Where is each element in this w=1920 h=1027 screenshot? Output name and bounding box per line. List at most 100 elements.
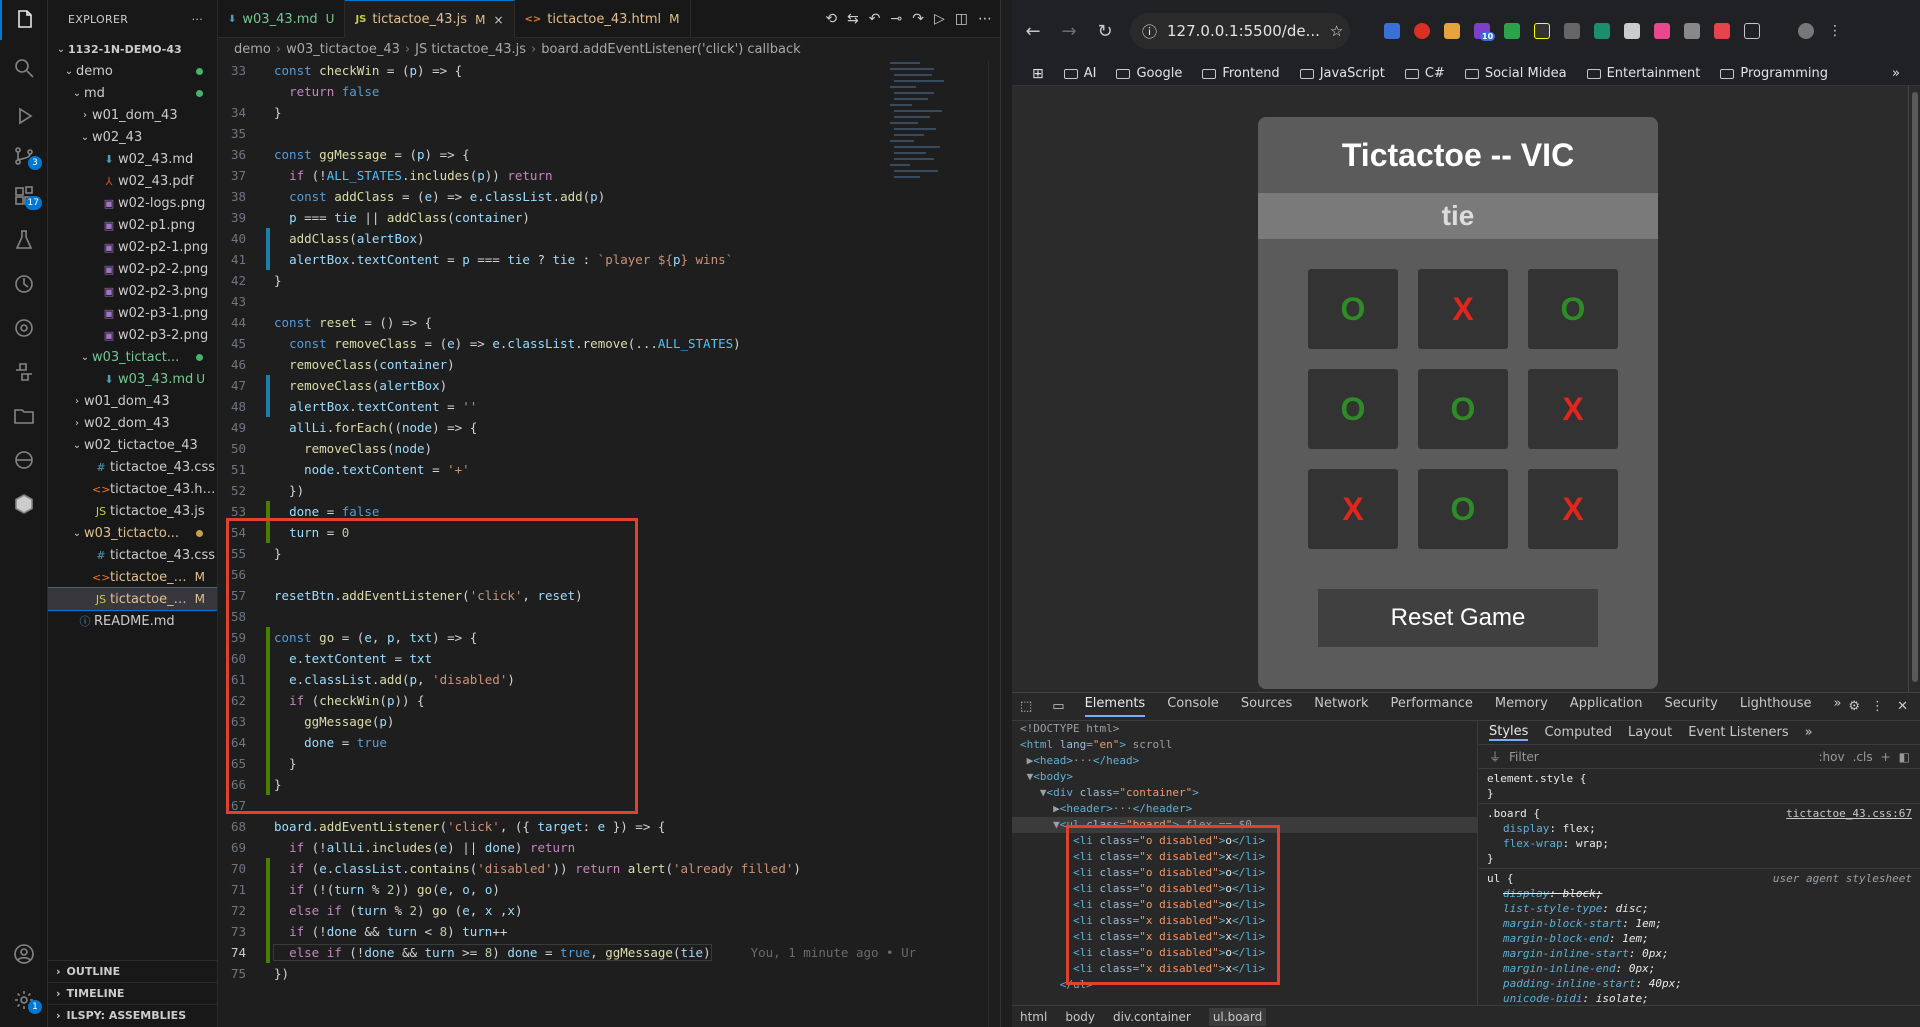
gutter-diff-marker[interactable] <box>266 711 270 732</box>
code-line[interactable]: 58 <box>218 606 888 627</box>
code-line[interactable]: 67 <box>218 795 888 816</box>
devtools-tab[interactable]: Sources <box>1241 696 1292 717</box>
css-property[interactable]: list-style-type: disc; <box>1487 901 1912 916</box>
dom-node[interactable]: ▶<head>···</head> <box>1012 753 1477 769</box>
extension-icon[interactable] <box>1654 23 1670 39</box>
code-line[interactable]: 54 turn = 0 <box>218 522 888 543</box>
code-line[interactable]: 63 ggMessage(p) <box>218 711 888 732</box>
testing-flask-icon[interactable] <box>0 220 48 260</box>
code-line[interactable]: 57 resetBtn.addEventListener('click', res… <box>218 585 888 606</box>
browser-menu-icon[interactable]: ⋮ <box>1828 23 1842 39</box>
tab-file[interactable]: JS tictactoe_43.js M × <box>345 0 515 38</box>
devtools-settings-icon[interactable]: ⚙ <box>1848 699 1860 714</box>
code-line[interactable]: 70 if (e.classList.contains('disabled'))… <box>218 858 888 879</box>
gutter-diff-marker[interactable] <box>266 648 270 669</box>
css-property[interactable]: margin-inline-start: 0px; <box>1487 946 1912 961</box>
gutter-diff-marker[interactable] <box>266 123 270 144</box>
tree-file[interactable]: JS tictactoe_43.js <box>48 500 217 522</box>
gutter-diff-marker[interactable] <box>266 627 270 648</box>
breadcrumb-item[interactable]: demo <box>234 42 271 57</box>
styles-subtab[interactable]: Computed <box>1544 725 1612 740</box>
gutter-diff-marker[interactable] <box>266 354 270 375</box>
code-line[interactable]: 55} <box>218 543 888 564</box>
tab-file[interactable]: ⬇ w03_43.md U <box>218 0 346 38</box>
devtools-tab[interactable]: » <box>1833 696 1841 717</box>
code-line[interactable]: 50 removeClass(node) <box>218 438 888 459</box>
tree-folder[interactable]: ⌄ w02_43 <box>48 126 217 148</box>
gutter-diff-marker[interactable] <box>266 438 270 459</box>
gutter-diff-marker[interactable] <box>266 144 270 165</box>
tree-file[interactable]: JStictactoe_43....M <box>48 587 217 611</box>
devtools-more-icon[interactable]: ⋮ <box>1871 699 1884 714</box>
code-line[interactable]: 62 if (checkWin(p)) { <box>218 690 888 711</box>
board-cell[interactable]: O <box>1418 469 1508 549</box>
sheets-extension-icon[interactable] <box>1504 23 1520 39</box>
settings-gear-icon[interactable]: 1 <box>0 980 48 1020</box>
gutter-diff-marker[interactable] <box>266 228 270 249</box>
dom-node[interactable]: <li class="o disabled">o</li> <box>1012 945 1477 961</box>
dom-breadcrumb-item[interactable]: ul.board <box>1208 1007 1267 1026</box>
code-line[interactable]: 38 const addClass = (e) => e.classList.a… <box>218 186 888 207</box>
gutter-diff-marker[interactable] <box>266 291 270 312</box>
tree-folder[interactable]: › w01_dom_43 <box>48 390 217 412</box>
cls-toggle[interactable]: .cls <box>1853 750 1873 764</box>
gutter-diff-marker[interactable] <box>266 900 270 921</box>
devtools-tab[interactable]: Lighthouse <box>1740 696 1812 717</box>
board-cell[interactable]: X <box>1528 369 1618 449</box>
tree-file[interactable]: ⬇ w03_43.md U <box>48 368 217 390</box>
gutter-diff-marker[interactable] <box>266 564 270 585</box>
board-cell[interactable]: O <box>1418 369 1508 449</box>
gutter-diff-marker[interactable] <box>266 669 270 690</box>
code-line[interactable]: return false <box>218 81 888 102</box>
bookmark-folder[interactable]: Frontend <box>1202 66 1280 81</box>
gutter-diff-marker[interactable] <box>266 585 270 606</box>
code-line[interactable]: 71 if (!(turn % 2)) go(e, o, o) <box>218 879 888 900</box>
tree-file[interactable]: ▣ w02-p3-2.png <box>48 324 217 346</box>
gutter-diff-marker[interactable] <box>266 879 270 900</box>
dom-breadcrumb-item[interactable]: div.container <box>1113 1010 1191 1024</box>
explorer-icon[interactable] <box>0 0 48 40</box>
code-line[interactable]: 66} <box>218 774 888 795</box>
extension-icon[interactable] <box>1684 23 1700 39</box>
timeline-section[interactable]: › TIMELINE <box>48 982 217 1004</box>
tree-folder[interactable]: ⌄ w03_tictacto... <box>48 522 217 544</box>
code-line[interactable]: 46 removeClass(container) <box>218 354 888 375</box>
code-line[interactable]: 33 const checkWin = (p) => { <box>218 60 888 81</box>
site-info-icon[interactable]: ⓘ <box>1142 21 1157 42</box>
explorer-more-icon[interactable]: ··· <box>192 13 203 26</box>
gutter-diff-marker[interactable] <box>266 60 270 81</box>
code-line[interactable]: 74 else if (!done && turn >= 8) done = t… <box>218 942 916 963</box>
apps-grid-icon[interactable]: ⊞ <box>1032 66 1044 82</box>
dom-tree[interactable]: <!DOCTYPE html> <html lang="en"> scroll ▶… <box>1012 721 1478 1006</box>
code-line[interactable]: 44 const reset = () => { <box>218 312 888 333</box>
code-line[interactable]: 42} <box>218 270 888 291</box>
bookmark-folder[interactable]: Social Midea <box>1464 66 1567 81</box>
extension-icon[interactable] <box>1594 23 1610 39</box>
breadcrumb-item[interactable]: JS tictactoe_43.js <box>415 42 526 57</box>
gutter-diff-marker[interactable] <box>266 963 270 984</box>
gutter-diff-marker[interactable] <box>266 102 270 123</box>
git-commit-icon[interactable]: ⊸ <box>891 11 903 27</box>
gutter-diff-marker[interactable] <box>266 774 270 795</box>
ul-style-rule[interactable]: ul {user agent stylesheet display: block… <box>1479 869 1920 1006</box>
gutter-diff-marker[interactable] <box>266 396 270 417</box>
dom-node[interactable]: ▶<header>···</header> <box>1012 801 1477 817</box>
tree-file[interactable]: <>tictactoe_43....M <box>48 566 217 588</box>
dom-node[interactable]: <li class="o disabled">o</li> <box>1012 897 1477 913</box>
run-debug-icon[interactable] <box>0 96 48 136</box>
dom-node[interactable]: <li class="x disabled">x</li> <box>1012 961 1477 977</box>
bookmarks-more-icon[interactable]: » <box>1892 66 1900 81</box>
dom-node[interactable]: <li class="x disabled">x</li> <box>1012 849 1477 865</box>
devtools-tab[interactable]: Elements <box>1084 696 1146 717</box>
dom-node[interactable]: <li class="o disabled">o</li> <box>1012 865 1477 881</box>
extension-icon[interactable] <box>1714 23 1730 39</box>
tree-file[interactable]: # tictactoe_43.css <box>48 456 217 478</box>
minimap[interactable] <box>888 60 988 660</box>
search-icon[interactable] <box>0 48 48 88</box>
styles-subtab[interactable]: Layout <box>1628 725 1672 740</box>
devtools-tab[interactable]: Memory <box>1495 696 1548 717</box>
extension-icon[interactable] <box>1564 23 1580 39</box>
reload-icon[interactable]: ↻ <box>1094 21 1116 42</box>
gutter-diff-marker[interactable] <box>266 81 270 102</box>
gutter-diff-marker[interactable] <box>266 816 270 837</box>
